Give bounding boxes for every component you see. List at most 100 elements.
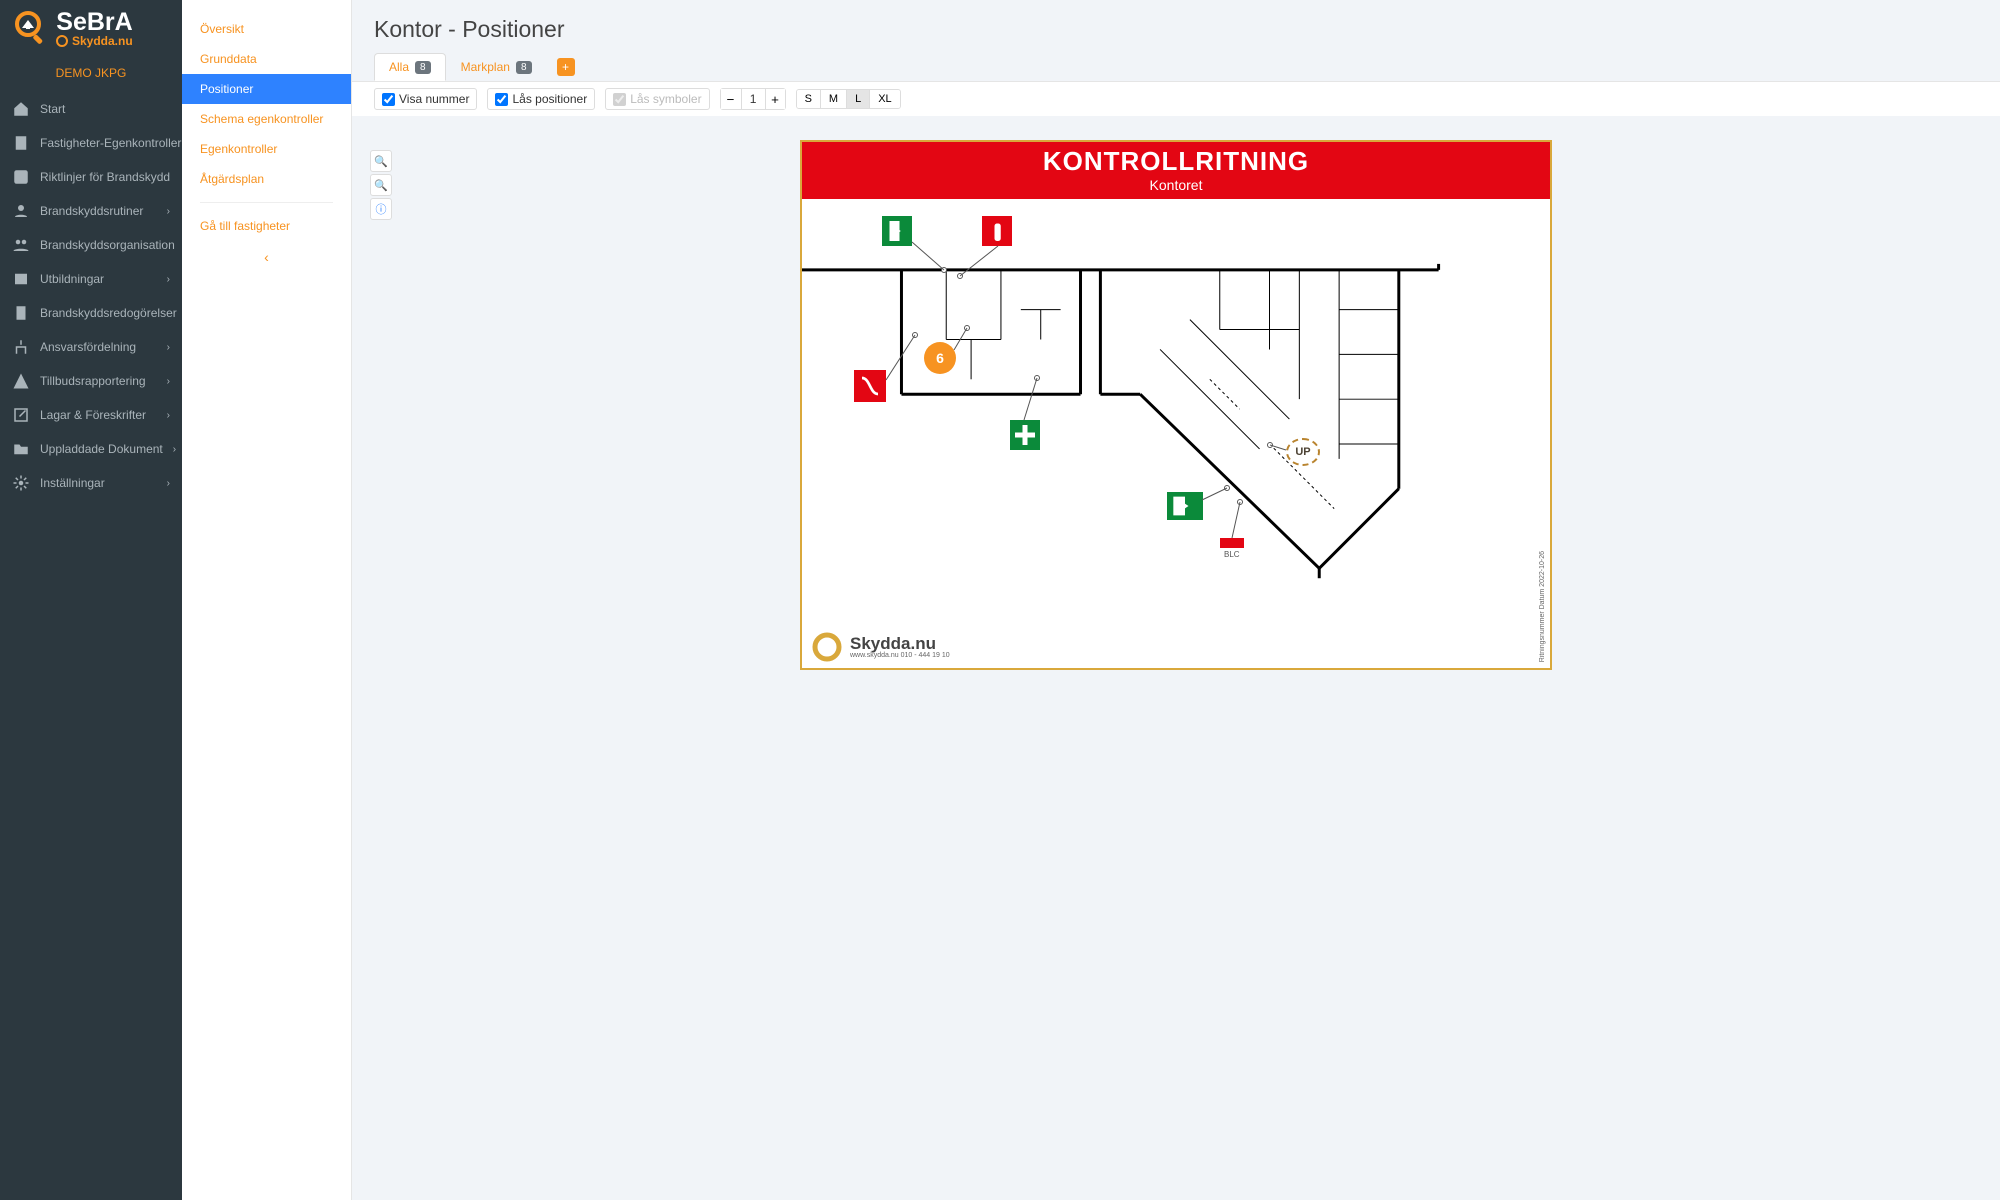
subnav-grunddata[interactable]: Grunddata [182,44,351,74]
main-sidebar: SeBrA Skydda.nu DEMO JKPG Start Fastighe… [0,0,182,1200]
tab-bar: Alla 8 Markplan 8 + [352,53,2000,81]
nav-ansvar[interactable]: Ansvarsfördelning› [0,330,182,364]
footer-logo-icon [812,632,842,662]
symbol-anchor-dot [941,267,947,273]
symbol-anchor-dot [1224,485,1230,491]
chevron-right-icon: › [167,410,170,421]
step-minus[interactable]: − [721,89,741,109]
symbol-up-stairs[interactable]: UP [1286,438,1320,466]
sitemap-icon [12,338,30,356]
symbol-anchor-dot [912,332,918,338]
nav-installningar[interactable]: Inställningar› [0,466,182,500]
nav-rutiner[interactable]: Brandskyddsrutiner› [0,194,182,228]
symbol-emergency-exit-2[interactable] [1167,492,1203,520]
marker-anchor-dot [964,325,970,331]
floorplan: 6 BLC UP [802,200,1550,668]
symbol-anchor-dot [1267,442,1273,448]
book-icon [12,270,30,288]
nav-riktlinjer[interactable]: Riktlinjer för Brandskydd [0,160,182,194]
drawing-footer: Skydda.nu www.skydda.nu 010 - 444 19 10 [812,632,950,662]
size-s[interactable]: S [797,90,820,108]
symbol-blc[interactable] [1220,538,1244,548]
blc-label: BLC [1224,550,1240,559]
toggle-lock-symbols[interactable]: Lås symboler [605,88,709,110]
tab-markplan[interactable]: Markplan 8 [446,53,547,81]
float-tools: 🔍 🔍 ⓘ [370,150,392,220]
info-button[interactable]: ⓘ [370,198,392,220]
size-buttons: S M L XL [796,89,901,109]
step-plus[interactable]: + [765,89,785,109]
nav-tillbud[interactable]: Tillbudsrapportering› [0,364,182,398]
zoom-in-button[interactable]: 🔍 [370,150,392,172]
clipboard-icon [12,134,30,152]
symbol-fire-extinguisher[interactable] [982,216,1012,246]
subnav-back[interactable]: Gå till fastigheter [182,211,351,241]
firehose-icon [854,370,886,402]
nav-utbildningar[interactable]: Utbildningar› [0,262,182,296]
floorplan-drawing[interactable]: KONTROLLRITNING Kontoret [800,140,1552,670]
nav-lagar[interactable]: Lagar & Föreskrifter› [0,398,182,432]
check-icon [12,168,30,186]
subnav-oversikt[interactable]: Översikt [182,14,351,44]
step-value: 1 [741,89,765,109]
size-m[interactable]: M [820,90,846,108]
building-icon [12,304,30,322]
subnav-schema[interactable]: Schema egenkontroller [182,104,351,134]
sub-navigation: Översikt Grunddata Positioner Schema ege… [182,0,352,1200]
info-icon: ⓘ [376,201,387,217]
marker-6[interactable]: 6 [924,342,956,374]
footer-brand: Skydda.nu [850,635,950,652]
toggle-show-number[interactable]: Visa nummer [374,88,477,110]
external-icon [12,406,30,424]
toggle-lock-positions[interactable]: Lås positioner [487,88,595,110]
symbol-anchor-dot [957,273,963,279]
floorplan-svg [802,200,1550,668]
symbol-fire-hose[interactable] [854,370,886,402]
zoom-in-icon: 🔍 [374,155,388,168]
subnav-egenkontroller[interactable]: Egenkontroller [182,134,351,164]
symbol-emergency-exit[interactable] [882,216,912,246]
nav-organisation[interactable]: Brandskyddsorganisation› [0,228,182,262]
settings-icon [12,474,30,492]
size-l[interactable]: L [846,90,869,108]
chevron-right-icon: › [167,376,170,387]
zoom-out-icon: 🔍 [374,179,388,192]
show-number-checkbox[interactable] [382,93,395,106]
org-icon [12,236,30,254]
drawing-subtitle: Kontoret [802,177,1550,193]
chevron-left-icon: ‹ [264,249,269,265]
extinguisher-icon [982,216,1012,246]
subnav-positioner[interactable]: Positioner [182,74,351,104]
plus-icon: + [562,60,569,74]
brand-logo: SeBrA Skydda.nu [0,0,182,48]
tab-add-button[interactable]: + [557,58,575,76]
zoom-out-button[interactable]: 🔍 [370,174,392,196]
tab-markplan-badge: 8 [516,61,532,74]
subnav-atgardsplan[interactable]: Åtgärdsplan [182,164,351,194]
chevron-right-icon: › [167,274,170,285]
lock-positions-checkbox[interactable] [495,93,508,106]
page-title: Kontor - Positioner [352,0,2000,53]
exit-icon [1167,492,1203,520]
gear-icon [56,35,68,47]
folder-icon [12,440,30,458]
exit-icon [882,216,912,246]
nav-redogorelser[interactable]: Brandskyddsredogörelser› [0,296,182,330]
size-xl[interactable]: XL [869,90,899,108]
brand-name: SeBrA [56,10,132,35]
main-content: Kontor - Positioner Alla 8 Markplan 8 + … [352,0,2000,1200]
nav-fastigheter[interactable]: Fastigheter-Egenkontroller [0,126,182,160]
chevron-right-icon: › [167,206,170,217]
firstaid-icon [1010,420,1040,450]
logo-magnifier-icon [10,8,50,48]
subnav-collapse[interactable]: ‹ [182,241,351,273]
symbol-first-aid[interactable] [1010,420,1040,450]
symbol-anchor-dot [1237,499,1243,505]
chevron-right-icon: › [167,342,170,353]
lock-symbols-checkbox[interactable] [613,93,626,106]
nav-start[interactable]: Start [0,92,182,126]
tab-alla[interactable]: Alla 8 [374,53,446,81]
chevron-right-icon: › [167,478,170,489]
tab-alla-badge: 8 [415,61,431,74]
nav-dokument[interactable]: Uppladdade Dokument› [0,432,182,466]
